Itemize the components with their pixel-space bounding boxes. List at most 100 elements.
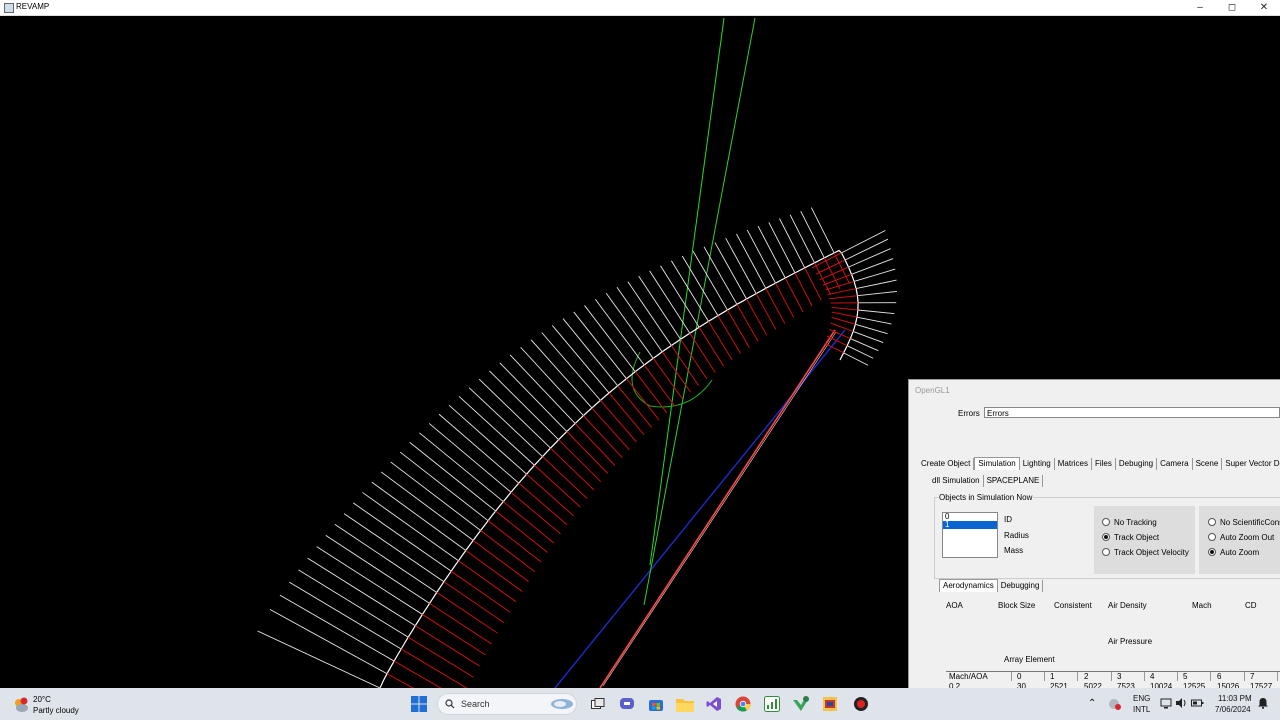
tray-security-button[interactable] <box>1108 697 1122 713</box>
red-force-vector <box>600 400 638 443</box>
network-button[interactable] <box>1160 697 1172 711</box>
red-force-vector <box>407 636 474 678</box>
subtab-dll-simulation[interactable]: dll Simulation <box>929 475 984 487</box>
red-force-vector <box>746 298 768 336</box>
grid-header-cell: 4 <box>1147 672 1178 681</box>
language-indicator-1[interactable]: ENG <box>1133 694 1150 703</box>
chrome-icon <box>735 696 751 712</box>
white-force-vector <box>843 352 869 366</box>
weather-condition: Partly cloudy <box>33 706 79 715</box>
folder-icon <box>676 698 694 712</box>
white-force-vector <box>857 309 895 315</box>
aero-tab-debugging[interactable]: Debugging <box>998 580 1044 592</box>
search-icon <box>445 699 455 709</box>
language-indicator-2[interactable]: INTL <box>1133 705 1150 714</box>
errors-label: Errors <box>958 409 980 418</box>
red-force-vector <box>831 311 858 318</box>
white-force-vector <box>448 404 527 475</box>
start-button[interactable] <box>410 695 428 713</box>
white-force-vector <box>584 305 636 373</box>
tab-matrices[interactable]: Matrices <box>1055 458 1092 470</box>
red-force-vector <box>661 351 692 393</box>
red-force-vector <box>755 293 777 330</box>
auto-zoom-out-radio[interactable]: Auto Zoom Out <box>1208 533 1274 542</box>
white-force-vector <box>714 242 747 300</box>
white-force-vector <box>789 214 815 264</box>
task-view-button[interactable] <box>589 695 607 713</box>
panel-title: OpenGL1 <box>915 386 950 395</box>
revamp-app-icon <box>823 697 837 711</box>
taskbar-search[interactable]: Search <box>437 693 577 715</box>
record-icon <box>854 697 868 711</box>
close-button[interactable]: ✕ <box>1248 0 1280 15</box>
grid-header-cell: 7 <box>1247 672 1278 681</box>
store-button[interactable] <box>647 695 665 713</box>
volume-button[interactable] <box>1175 697 1187 711</box>
tab-files[interactable]: Files <box>1092 458 1116 470</box>
tab-scene[interactable]: Scene <box>1193 458 1223 470</box>
array-element-label: Array Element <box>1004 655 1055 664</box>
object-list[interactable]: 01 <box>942 512 998 558</box>
white-force-vector <box>289 581 402 650</box>
auto-zoom-radio[interactable]: Auto Zoom <box>1208 548 1259 557</box>
sub-tabs: dll Simulation SPACEPLANE <box>929 475 1044 487</box>
track-object-radio[interactable]: Track Object <box>1102 533 1159 542</box>
tab-debuging[interactable]: Debuging <box>1116 458 1158 470</box>
chrome-button[interactable] <box>734 695 752 713</box>
revamp-app-button[interactable] <box>821 695 839 713</box>
subtab-spaceplane[interactable]: SPACEPLANE <box>984 475 1044 487</box>
tab-camera[interactable]: Camera <box>1157 458 1193 470</box>
minimize-button[interactable]: – <box>1184 0 1216 15</box>
mach-aoa-grid[interactable]: Mach/AOA 0 1 2 3 4 5 6 7 0.2 30 2521 5022 7523 10024 12… <box>946 671 1280 691</box>
no-tracking-radio[interactable]: No Tracking <box>1102 518 1157 527</box>
object-list-item[interactable]: 0 <box>943 513 997 521</box>
battery-button[interactable] <box>1191 697 1204 711</box>
red-force-vector <box>736 304 759 342</box>
recorder-button[interactable] <box>852 695 870 713</box>
blue-trajectory-line <box>554 329 846 688</box>
white-force-vector <box>428 423 512 493</box>
grid-header-cell: 2 <box>1081 672 1112 681</box>
clock-date[interactable]: 7/06/2024 <box>1215 705 1251 714</box>
red-force-vector <box>652 358 683 400</box>
red-force-vector <box>558 439 602 483</box>
tab-super-vector-debug[interactable]: Super Vector Debug <box>1222 458 1280 470</box>
aero-tabs: Aerodynamics Debugging <box>939 579 1044 592</box>
white-force-vector <box>841 230 886 254</box>
windows-logo-icon <box>411 696 427 712</box>
grid-header-cell: 3 <box>1114 672 1145 681</box>
clock-time[interactable]: 11:03 PM <box>1218 694 1252 703</box>
no-scientific-radio[interactable]: No ScientificCons <box>1208 518 1280 527</box>
red-force-vector <box>643 364 676 407</box>
white-force-vector <box>594 298 645 366</box>
teams-chat-button[interactable] <box>618 695 636 713</box>
notifications-button[interactable] <box>1257 697 1269 711</box>
maximize-button[interactable]: ◻ <box>1216 0 1248 15</box>
consistent-label: Consistent <box>1054 601 1092 610</box>
white-force-vector <box>616 287 663 353</box>
radius-label: Radius <box>1004 531 1029 540</box>
white-force-vector <box>605 292 654 359</box>
tab-lighting[interactable]: Lighting <box>1020 458 1055 470</box>
id-label: ID <box>1004 515 1012 524</box>
red-force-vector <box>689 332 716 373</box>
tab-simulation[interactable]: Simulation <box>974 457 1020 470</box>
white-force-vector <box>279 594 395 662</box>
window-title: REVAMP <box>16 2 50 11</box>
file-explorer-button[interactable] <box>676 695 694 713</box>
red-force-vector <box>708 321 733 361</box>
white-force-vector <box>509 354 576 424</box>
white-orbit-curve <box>379 249 859 688</box>
track-object-velocity-radio[interactable]: Track Object Velocity <box>1102 548 1189 557</box>
tab-create-object[interactable]: Create Object <box>918 458 975 470</box>
visual-studio-button[interactable] <box>705 695 723 713</box>
vs-code-button[interactable] <box>792 695 810 713</box>
red-force-vector <box>415 625 480 667</box>
object-list-item[interactable]: 1 <box>943 521 997 529</box>
errors-field[interactable]: Errors <box>984 407 1280 418</box>
taskbar: 20°C Partly cloudy Search ⌃ ENG INTL 11:… <box>0 688 1280 720</box>
aero-tab-aerodynamics[interactable]: Aerodynamics <box>939 579 998 592</box>
show-hidden-icons-button[interactable]: ⌃ <box>1088 698 1096 709</box>
white-force-vector <box>409 442 496 512</box>
chart-app-button[interactable] <box>763 695 781 713</box>
